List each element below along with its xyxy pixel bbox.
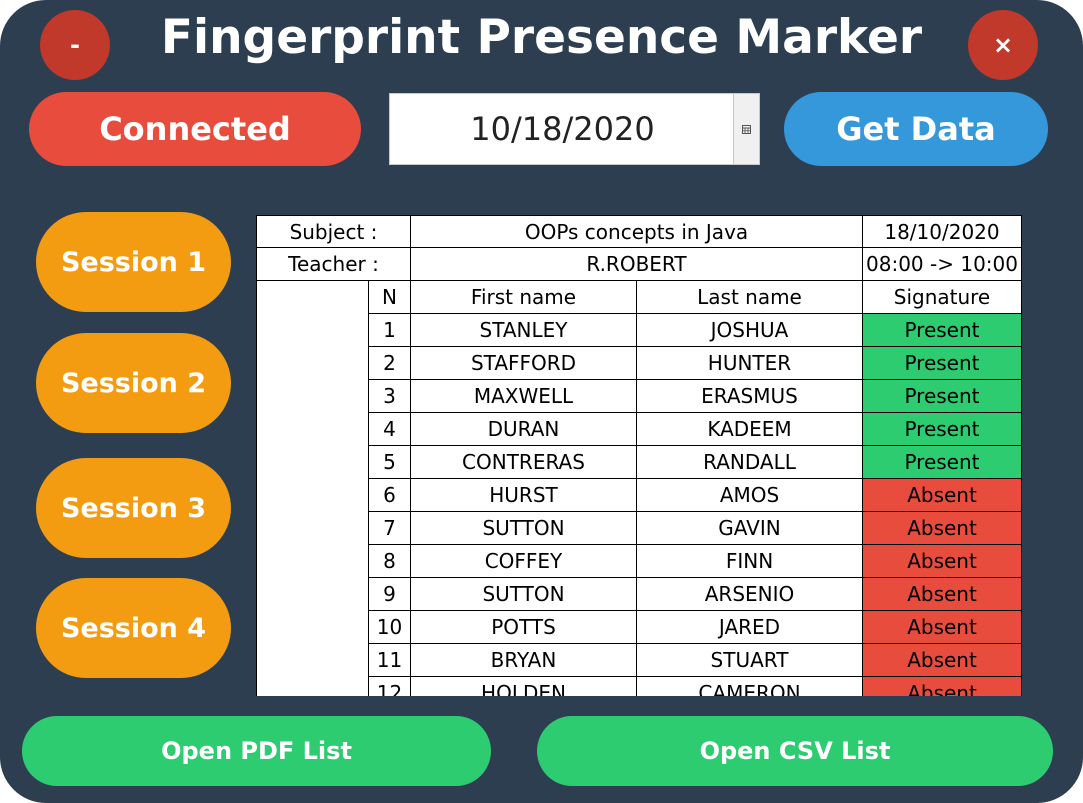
connection-status-label: Connected <box>99 110 291 148</box>
row-number: 2 <box>369 347 411 380</box>
last-name-cell: ARSENIO <box>637 578 863 611</box>
date-picker[interactable]: 10/18/2020 <box>389 93 760 165</box>
row-number: 11 <box>369 644 411 677</box>
open-pdf-list-button[interactable]: Open PDF List <box>22 716 491 786</box>
first-name-cell: STANLEY <box>411 314 637 347</box>
row-number: 9 <box>369 578 411 611</box>
first-name-cell: DURAN <box>411 413 637 446</box>
blank-column <box>256 281 369 696</box>
open-csv-list-button[interactable]: Open CSV List <box>537 716 1053 786</box>
last-name-cell: CAMERON <box>637 677 863 696</box>
row-number: 4 <box>369 413 411 446</box>
signature-cell: Absent <box>863 512 1022 545</box>
row-number: 3 <box>369 380 411 413</box>
app-window: - Fingerprint Presence Marker × Connecte… <box>0 0 1083 803</box>
signature-cell: Present <box>863 446 1022 479</box>
row-number: 8 <box>369 545 411 578</box>
connection-status-button[interactable]: Connected <box>29 92 361 166</box>
date-field[interactable]: 10/18/2020 <box>390 94 735 164</box>
first-name-cell: POTTS <box>411 611 637 644</box>
last-name-cell: KADEEM <box>637 413 863 446</box>
first-name-cell: SUTTON <box>411 512 637 545</box>
last-name-cell: FINN <box>637 545 863 578</box>
signature-cell: Present <box>863 380 1022 413</box>
row-number: 6 <box>369 479 411 512</box>
session-label: Session 3 <box>60 492 207 524</box>
signature-cell: Absent <box>863 611 1022 644</box>
first-name-cell: STAFFORD <box>411 347 637 380</box>
attendance-sheet[interactable]: Subject : OOPs concepts in Java 18/10/20… <box>256 215 1022 696</box>
last-name-cell: AMOS <box>637 479 863 512</box>
subject-label: Subject : <box>256 215 411 248</box>
signature-cell: Absent <box>863 545 1022 578</box>
session-4-button[interactable]: Session 4 <box>36 578 231 678</box>
last-name-cell: STUART <box>637 644 863 677</box>
row-number: 12 <box>369 677 411 696</box>
first-name-cell: BRYAN <box>411 644 637 677</box>
session-label: Session 1 <box>60 246 207 278</box>
close-button[interactable]: × <box>968 10 1038 80</box>
signature-cell: Absent <box>863 677 1022 696</box>
signature-cell: Absent <box>863 479 1022 512</box>
session-label: Session 2 <box>60 367 207 399</box>
session-date: 18/10/2020 <box>863 215 1022 248</box>
first-name-cell: HURST <box>411 479 637 512</box>
signature-cell: Absent <box>863 578 1022 611</box>
last-name-cell: HUNTER <box>637 347 863 380</box>
first-name-cell: MAXWELL <box>411 380 637 413</box>
first-name-cell: COFFEY <box>411 545 637 578</box>
calendar-icon <box>742 124 751 134</box>
get-data-label: Get Data <box>836 110 996 148</box>
column-header-signature: Signature <box>863 281 1022 314</box>
session-time: 08:00 -> 10:00 <box>863 248 1022 281</box>
row-number: 10 <box>369 611 411 644</box>
last-name-cell: JOSHUA <box>637 314 863 347</box>
teacher-value: R.ROBERT <box>411 248 863 281</box>
open-csv-list-label: Open CSV List <box>699 737 891 765</box>
row-number: 1 <box>369 314 411 347</box>
signature-cell: Present <box>863 314 1022 347</box>
signature-cell: Present <box>863 347 1022 380</box>
signature-cell: Present <box>863 413 1022 446</box>
session-2-button[interactable]: Session 2 <box>36 333 231 433</box>
first-name-cell: SUTTON <box>411 578 637 611</box>
minimize-button[interactable]: - <box>40 10 110 80</box>
session-label: Session 4 <box>60 612 207 644</box>
last-name-cell: RANDALL <box>637 446 863 479</box>
row-number: 5 <box>369 446 411 479</box>
column-header-first-name: First name <box>411 281 637 314</box>
subject-value: OOPs concepts in Java <box>411 215 863 248</box>
signature-cell: Absent <box>863 644 1022 677</box>
session-1-button[interactable]: Session 1 <box>36 212 231 312</box>
column-header-last-name: Last name <box>637 281 863 314</box>
close-icon: × <box>992 31 1014 59</box>
row-number: 7 <box>369 512 411 545</box>
session-3-button[interactable]: Session 3 <box>36 458 231 558</box>
last-name-cell: ERASMUS <box>637 380 863 413</box>
minimize-icon: - <box>70 31 80 59</box>
last-name-cell: GAVIN <box>637 512 863 545</box>
calendar-dropdown-button[interactable] <box>733 94 759 164</box>
app-title: Fingerprint Presence Marker <box>160 10 923 65</box>
first-name-cell: HOLDEN <box>411 677 637 696</box>
first-name-cell: CONTRERAS <box>411 446 637 479</box>
column-header-n: N <box>369 281 411 314</box>
teacher-label: Teacher : <box>256 248 411 281</box>
open-pdf-list-label: Open PDF List <box>161 737 352 765</box>
get-data-button[interactable]: Get Data <box>784 92 1048 166</box>
last-name-cell: JARED <box>637 611 863 644</box>
